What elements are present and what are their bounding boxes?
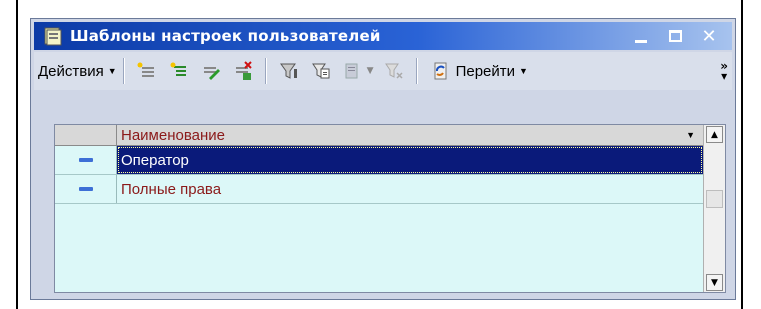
window-title: Шаблоны настроек пользователей <box>70 27 381 45</box>
toolbar-separator <box>264 58 267 84</box>
refresh-icon[interactable] <box>429 60 451 82</box>
catalog-icon <box>42 25 64 47</box>
chevron-up-icon: ▲ <box>711 129 718 140</box>
row-divider <box>55 203 703 204</box>
add-icon[interactable] <box>136 60 158 82</box>
chevron-down-icon: ▼ <box>107 66 117 76</box>
overflow-chevron-icon[interactable]: » ▾ <box>720 60 728 82</box>
table-row[interactable]: Полные права <box>55 175 703 203</box>
item-icon <box>78 187 93 191</box>
clear-filter-icon[interactable] <box>383 60 405 82</box>
page-frame-right <box>741 0 743 309</box>
chevron-down-icon: ▼ <box>711 277 718 288</box>
chevron-down-icon[interactable]: ▼ <box>367 66 374 76</box>
filter-list-icon[interactable] <box>342 60 364 82</box>
scroll-thumb[interactable] <box>706 190 723 208</box>
goto-menu[interactable]: Перейти ▼ <box>456 63 528 80</box>
table-row[interactable]: Оператор <box>55 146 703 174</box>
scroll-up-button[interactable]: ▲ <box>706 126 723 143</box>
templates-table: Наименование ▼ Оператор Полные права ▲ ▼ <box>54 124 726 293</box>
goto-label: Перейти <box>455 62 516 80</box>
toolbar: Действия ▼ ▼ Перейти ▼ » ▾ <box>34 52 732 90</box>
scroll-down-button[interactable]: ▼ <box>706 274 723 291</box>
delete-mark-icon[interactable] <box>232 60 254 82</box>
minimize-button[interactable] <box>632 26 650 46</box>
vertical-scrollbar[interactable]: ▲ ▼ <box>703 125 725 292</box>
minimize-icon <box>635 39 647 43</box>
actions-menu[interactable]: Действия ▼ <box>38 63 117 80</box>
actions-label: Действия <box>38 62 104 80</box>
edit-icon[interactable] <box>200 60 222 82</box>
filter-settings-icon[interactable] <box>310 60 332 82</box>
close-button[interactable]: ✕ <box>700 26 718 47</box>
toolbar-separator <box>415 58 418 84</box>
row-icon-cell <box>55 146 117 174</box>
row-name-cell[interactable]: Оператор <box>117 146 703 174</box>
item-icon <box>78 158 93 162</box>
toolbar-separator <box>122 58 125 84</box>
maximize-icon <box>668 30 682 42</box>
header-icon-column <box>55 125 117 145</box>
table-header: Наименование ▼ <box>55 125 703 146</box>
row-name-cell[interactable]: Полные права <box>117 175 703 203</box>
sort-arrow-icon[interactable]: ▼ <box>686 130 695 140</box>
column-header-label: Наименование <box>121 126 225 144</box>
filter-icon[interactable] <box>278 60 300 82</box>
title-bar[interactable]: Шаблоны настроек пользователей ✕ <box>34 22 732 50</box>
user-settings-templates-window: Шаблоны настроек пользователей ✕ Действи… <box>30 18 736 300</box>
maximize-button[interactable] <box>666 26 684 46</box>
add-group-icon[interactable] <box>168 60 190 82</box>
column-header-name[interactable]: Наименование ▼ <box>117 125 703 145</box>
page-frame-left <box>16 0 18 309</box>
chevron-down-icon: ▼ <box>519 66 528 76</box>
row-icon-cell <box>55 175 117 203</box>
